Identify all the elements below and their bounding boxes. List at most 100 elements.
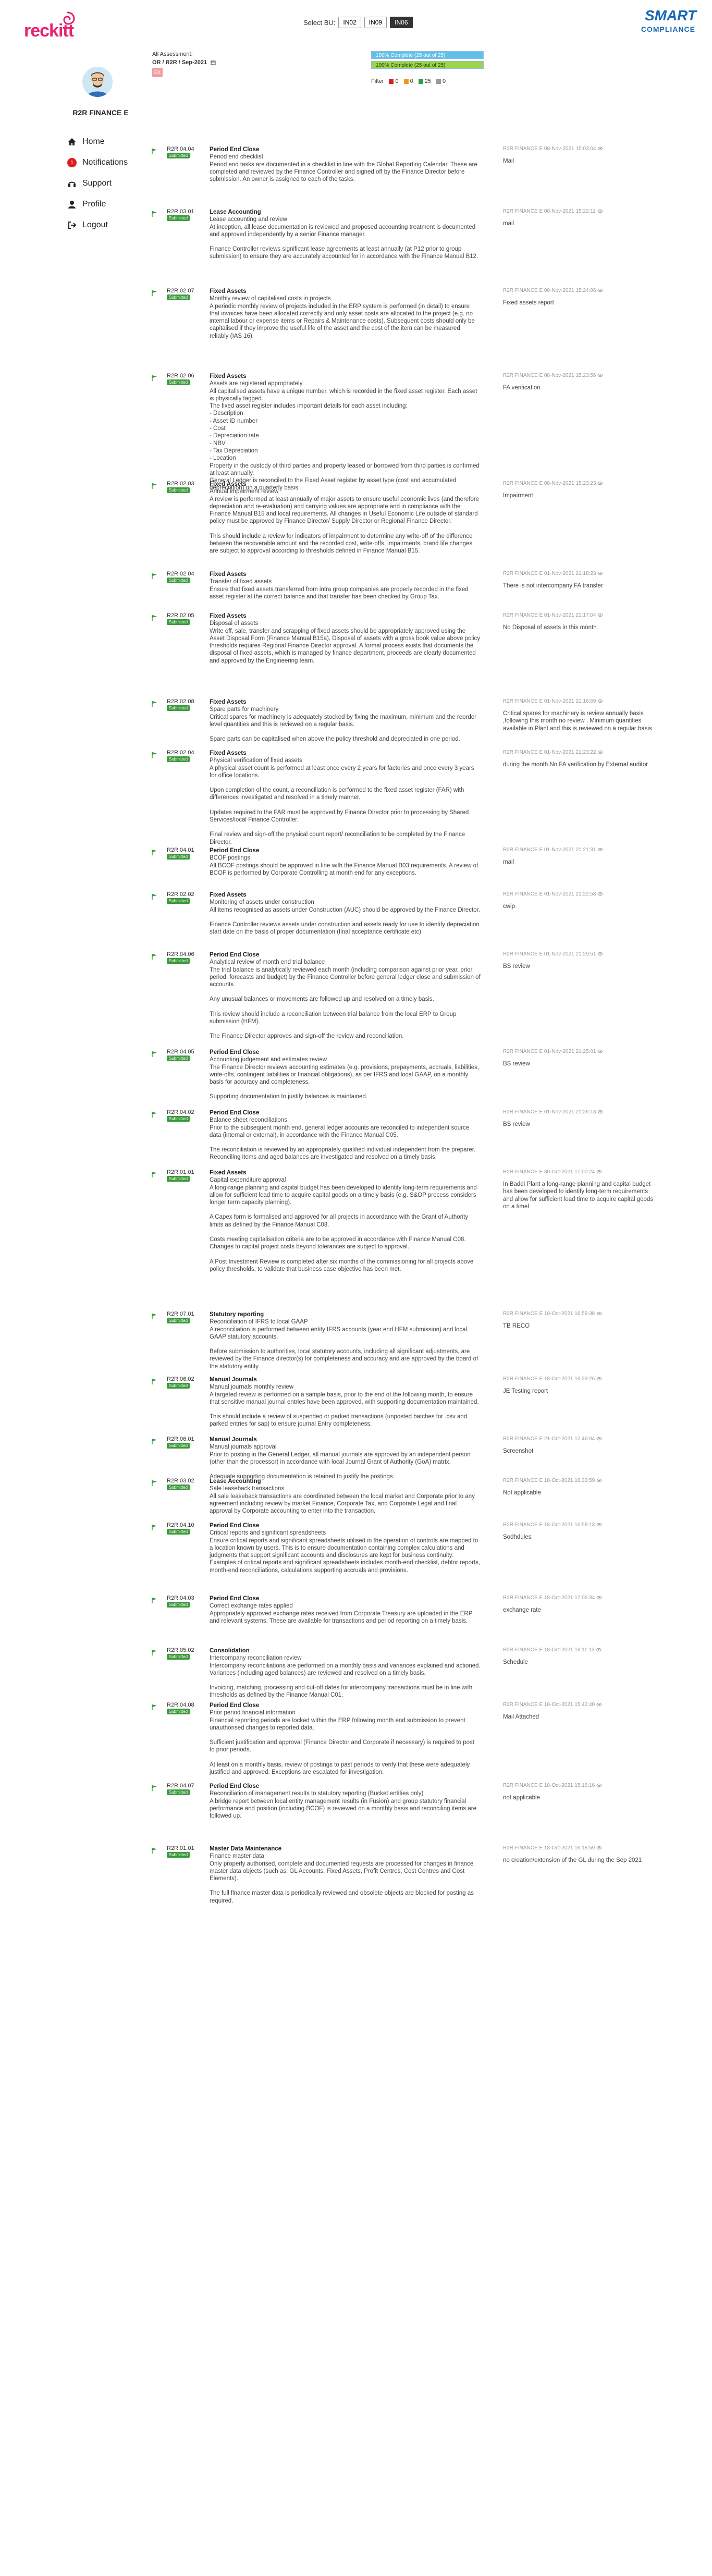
green-flag-icon	[152, 375, 157, 381]
eye-icon[interactable]	[597, 481, 604, 485]
bu-option-in02[interactable]: IN02	[338, 17, 361, 28]
bu-option-in06[interactable]: IN06	[390, 17, 413, 28]
eye-icon[interactable]	[596, 1311, 602, 1316]
control-meta: R2R FINANCE E 18-Oct-2021 16:18:59	[503, 1845, 602, 1851]
eye-icon[interactable]	[597, 952, 604, 956]
control-description: Fixed Assets Monitoring of assets under c…	[210, 891, 481, 936]
control-id[interactable]: R2R.04.01	[167, 847, 194, 853]
control-meta: R2R FINANCE E 18-Oct-2021 16:59:38	[503, 1311, 602, 1317]
control-id[interactable]: R2R.04.07	[167, 1783, 194, 1789]
control-id[interactable]: R2R.07.01	[167, 1311, 194, 1317]
control-evidence-note: mail	[503, 859, 514, 865]
eye-icon[interactable]	[597, 373, 604, 377]
control-evidence-note: JE Testing report	[503, 1388, 548, 1394]
eye-icon[interactable]	[597, 848, 604, 852]
control-id[interactable]: R2R.02.06	[167, 373, 194, 379]
filter-green[interactable]: 25	[418, 78, 431, 84]
control-id[interactable]: R2R.04.03	[167, 1595, 194, 1601]
nav-home[interactable]: Home	[62, 131, 140, 152]
eye-icon[interactable]	[597, 1110, 604, 1114]
control-submitted-by: R2R FINANCE E 08-Nov-2021 15:22:11	[503, 208, 596, 214]
control-id[interactable]: R2R.04.05	[167, 1049, 194, 1055]
nav-profile[interactable]: Profile	[62, 194, 140, 215]
eye-icon[interactable]	[597, 209, 603, 213]
control-description: Fixed Assets Annual impairment review A r…	[210, 481, 481, 555]
control-id[interactable]: R2R.04.04	[167, 146, 194, 152]
bu-option-in09[interactable]: IN09	[364, 17, 387, 28]
control-description: Manual Journals Manual journals monthly r…	[210, 1376, 481, 1428]
control-id[interactable]: R2R.04.08	[167, 1702, 194, 1708]
eye-icon[interactable]	[597, 613, 604, 617]
control-paragraph: Lease accounting and review At inception…	[210, 216, 476, 238]
eye-icon[interactable]	[596, 1377, 602, 1381]
avatar[interactable]	[82, 67, 113, 97]
control-id[interactable]: R2R.02.07	[167, 288, 194, 294]
control-id[interactable]: R2R.01.01	[167, 1845, 194, 1851]
control-id[interactable]: R2R.03.02	[167, 1478, 194, 1484]
eye-icon[interactable]	[597, 146, 604, 151]
control-submitted-by: R2R FINANCE E 01-Nov-2021 21:17:04	[503, 612, 596, 618]
control-title: Fixed Assets	[210, 1170, 247, 1176]
control-submitted-by: R2R FINANCE E 01-Nov-2021 21:29:51	[503, 951, 596, 957]
filter-red[interactable]: 0	[389, 78, 399, 84]
control-id[interactable]: R2R.02.02	[167, 891, 194, 898]
eye-icon[interactable]	[596, 1648, 602, 1652]
control-evidence-note: Sodhdules	[503, 1534, 532, 1540]
control-paragraph: Period end checklist Period end tasks ar…	[210, 154, 477, 183]
eye-icon[interactable]	[596, 1596, 602, 1600]
assessment-label: All Assessment:	[152, 51, 193, 57]
control-id[interactable]: R2R.04.10	[167, 1522, 194, 1528]
green-flag-icon	[152, 483, 157, 489]
control-id[interactable]: R2R.02.03	[167, 481, 194, 487]
control-id[interactable]: R2R.02.04	[167, 571, 194, 577]
control-id[interactable]: R2R.06.01	[167, 1436, 194, 1442]
filter-orange[interactable]: 0	[403, 78, 413, 84]
eye-icon[interactable]	[597, 892, 604, 896]
status-badge: Submitted	[167, 1789, 190, 1795]
control-id[interactable]: R2R.04.02	[167, 1109, 194, 1115]
control-paragraph: Finance Controller reviews assets under …	[210, 921, 480, 936]
control-id[interactable]: R2R.03.01	[167, 208, 194, 215]
eye-icon[interactable]	[597, 699, 604, 703]
eye-icon[interactable]	[596, 1846, 602, 1850]
eye-icon[interactable]	[597, 1049, 604, 1053]
control-paragraph: Assets are registered appropriately All …	[210, 381, 480, 492]
nav-support[interactable]: Support	[62, 173, 140, 194]
bu-label: Select BU:	[303, 18, 336, 27]
eye-icon[interactable]	[596, 1523, 602, 1527]
export-badge[interactable]: EX	[152, 68, 163, 77]
nav-notifications[interactable]: 1 Notifications	[62, 152, 140, 173]
control-meta: R2R FINANCE E 21-Oct-2021 12:46:04	[503, 1436, 602, 1442]
eye-icon[interactable]	[596, 1437, 602, 1441]
eye-icon[interactable]	[597, 288, 604, 292]
eye-icon[interactable]	[596, 1702, 602, 1707]
control-id[interactable]: R2R.02.08	[167, 698, 194, 705]
control-title: Period End Close	[210, 1110, 260, 1116]
eye-icon[interactable]	[596, 1783, 602, 1787]
control-submitted-by: R2R FINANCE E 21-Oct-2021 12:46:04	[503, 1436, 595, 1442]
control-meta: R2R FINANCE E 01-Nov-2021 21:26:13	[503, 1109, 604, 1115]
control-paragraph: Sufficient justification and approval (F…	[210, 1739, 474, 1753]
status-badge: Submitted	[167, 1318, 190, 1323]
control-paragraph: Physical verification of fixed assets A …	[210, 757, 474, 779]
control-id[interactable]: R2R.02.05	[167, 612, 194, 619]
eye-icon[interactable]	[596, 1478, 602, 1482]
eye-icon[interactable]	[596, 1170, 602, 1174]
control-id[interactable]: R2R.05.02	[167, 1647, 194, 1653]
nav-logout[interactable]: Logout	[62, 215, 140, 236]
assessment-value[interactable]: OR / R2R / Sep-2021	[152, 59, 207, 66]
control-meta: R2R FINANCE E 08-Nov-2021 15:23:56	[503, 373, 604, 378]
green-flag-icon	[152, 615, 157, 621]
eye-icon[interactable]	[597, 571, 604, 575]
control-id[interactable]: R2R.01.01	[167, 1169, 194, 1175]
control-submitted-by: R2R FINANCE E 01-Nov-2021 21:23:22	[503, 750, 596, 755]
control-id[interactable]: R2R.04.06	[167, 951, 194, 958]
control-meta: R2R FINANCE E 18-Oct-2021 16:58:13	[503, 1522, 602, 1528]
filter-grey[interactable]: 0	[436, 78, 446, 84]
control-id[interactable]: R2R.02.04	[167, 750, 194, 756]
control-id[interactable]: R2R.06.02	[167, 1376, 194, 1382]
control-description: Period End Close BCOF postings All BCOF p…	[210, 847, 481, 877]
headset-icon	[67, 178, 77, 189]
eye-icon[interactable]	[597, 750, 604, 754]
calendar-icon[interactable]	[211, 60, 216, 65]
